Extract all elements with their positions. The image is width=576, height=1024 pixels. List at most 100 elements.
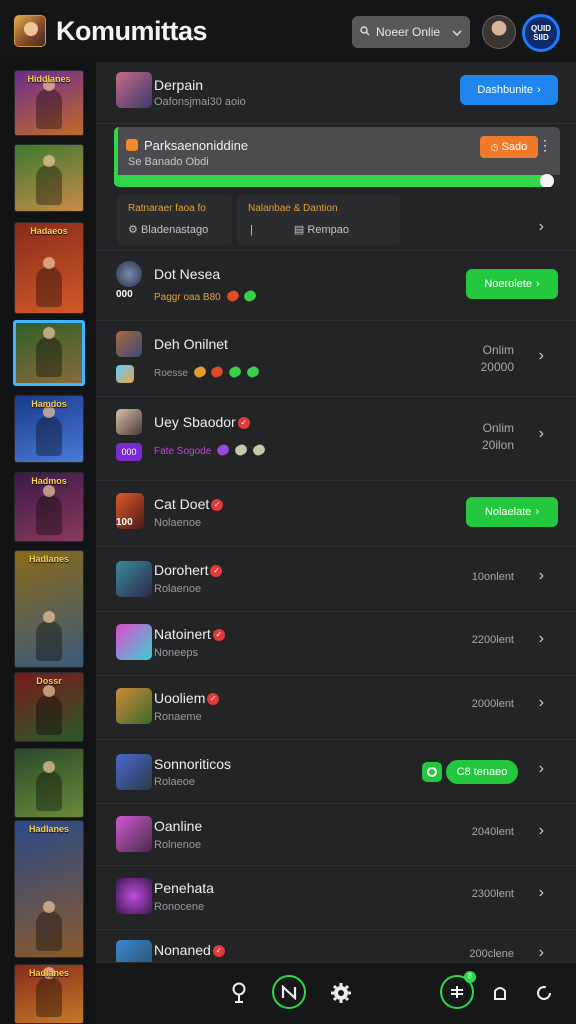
- list-item[interactable]: Uooliem ✓ Ronaeme 2000lent ›: [96, 676, 576, 740]
- settings-gear-icon[interactable]: [325, 977, 357, 1009]
- gem-icon: [192, 364, 208, 380]
- list-item[interactable]: 000 Dot Nesea Paggr oaa B80 Noerolete ›: [96, 251, 576, 321]
- avatar: [116, 409, 142, 435]
- verified-icon: ✓: [237, 417, 250, 429]
- join-button[interactable]: C8 tenaeo: [446, 760, 518, 784]
- game-thumbnail[interactable]: Hadlanes: [14, 820, 84, 958]
- list-item[interactable]: 000 Uey Sbaodor ✓ Fate Sogode Onlim 20ilo…: [96, 397, 576, 481]
- invite-button[interactable]: Nolaelate ›: [466, 497, 558, 527]
- game-thumbnail[interactable]: Hiddlanes: [14, 70, 84, 136]
- join-button-label: C8 tenaeo: [456, 766, 508, 778]
- avatar: [116, 754, 152, 790]
- list-item[interactable]: 100 Cat Doet ✓ Nolaenoe Nolaelate ›: [96, 481, 576, 547]
- chevron-right-icon[interactable]: ›: [539, 567, 544, 585]
- game-thumbnail[interactable]: [13, 320, 85, 386]
- progress-card[interactable]: Parksaenoniddine Se Banado Obdi ◷ Sado ⋮: [114, 127, 560, 187]
- row-name: Oanline: [154, 818, 203, 834]
- dashboard-button-label: Dashbunite: [477, 84, 533, 96]
- online-status: 2200lent: [471, 634, 514, 646]
- game-thumbnail[interactable]: Dossr: [14, 672, 84, 742]
- dashboard-button[interactable]: Dashbunite ›: [460, 75, 558, 105]
- chevron-right-icon[interactable]: ›: [539, 944, 544, 962]
- online-status: 200clene: [469, 948, 514, 960]
- refresh-icon[interactable]: [528, 977, 560, 1009]
- progress-subtitle: Se Banado Obdi: [128, 156, 209, 168]
- add-friend-icon[interactable]: 8: [440, 971, 476, 1009]
- game-thumbnail[interactable]: Hamdos: [14, 395, 84, 463]
- status-badge-label: Sado: [501, 141, 528, 153]
- row-name: Deh Onilnet: [154, 336, 228, 352]
- chevron-right-icon[interactable]: ›: [539, 347, 544, 365]
- gem-icon: [209, 364, 226, 380]
- game-thumbnail[interactable]: Hadlanes: [14, 550, 84, 668]
- avatar: [116, 688, 152, 724]
- timer-icon: ◷: [490, 141, 499, 152]
- game-thumbnail[interactable]: Hadlanes: [14, 964, 84, 1024]
- game-thumbnail[interactable]: Hadaeos: [14, 222, 84, 314]
- chevron-right-icon[interactable]: ›: [539, 630, 544, 648]
- character-art: [36, 485, 62, 535]
- more-options-icon[interactable]: ⋮: [538, 137, 552, 154]
- gem-icon: [215, 442, 231, 458]
- list-item[interactable]: Derpain Oafonsjmai30 aoio Dashbunite ›: [96, 62, 576, 124]
- qr-button[interactable]: QUID SIID: [522, 14, 560, 52]
- chevron-down-icon: [452, 25, 462, 39]
- avatar: [116, 816, 152, 852]
- list-item[interactable]: Nonaned ✓ 200clene ›: [96, 930, 576, 962]
- game-thumbnail[interactable]: [14, 144, 84, 212]
- row-subtitle: Oafonsjmai30 aoio: [154, 96, 246, 108]
- gem-icon: [233, 442, 249, 458]
- chevron-right-icon[interactable]: ›: [539, 884, 544, 902]
- list-item[interactable]: Deh Onilnet Roesse Onlim 20000 ›: [96, 321, 576, 397]
- status-badge[interactable]: ◷ Sado: [480, 136, 538, 158]
- info-card-value: | ▤ Rempao: [250, 224, 349, 236]
- row-subtitle: Fate Sogode: [154, 442, 267, 458]
- game-title: Hamdos: [31, 399, 67, 409]
- list-item[interactable]: Sonnoriticos Rolaeoe C8 tenaeo ›: [96, 740, 576, 804]
- location-pin-icon[interactable]: [223, 977, 255, 1009]
- info-card-value: ⚙ Bladenastago: [128, 224, 209, 236]
- invite-button-label: Noerolete: [484, 278, 533, 290]
- chevron-right-icon[interactable]: ›: [539, 425, 544, 443]
- home-icon[interactable]: [272, 975, 306, 1009]
- list-item[interactable]: Natoinert ✓ Noneeps 2200lent ›: [96, 612, 576, 676]
- game-thumbnail[interactable]: Hadmos: [14, 472, 84, 542]
- chevron-right-icon[interactable]: ›: [539, 822, 544, 840]
- gem-icon: [224, 288, 241, 304]
- info-card[interactable]: Ratnaraer faoa fo ⚙ Bladenastago: [118, 195, 232, 245]
- row-name: Natoinert ✓: [154, 626, 225, 642]
- game-title: Hadmos: [31, 476, 67, 486]
- chevron-right-icon[interactable]: ›: [539, 694, 544, 712]
- row-name: Derpain: [154, 77, 204, 93]
- verified-icon: ✓: [212, 945, 225, 957]
- list-item[interactable]: Dorohert ✓ Rolaenoe 10onlent ›: [96, 547, 576, 612]
- chevron-right-icon[interactable]: ›: [539, 218, 544, 236]
- progress-knob[interactable]: [539, 174, 554, 187]
- character-art: [36, 79, 62, 129]
- online-status: Onlim 20000: [480, 343, 514, 374]
- row-subtitle: Noneeps: [154, 647, 199, 659]
- list-item[interactable]: Penehata Ronocene 2300lent ›: [96, 866, 576, 930]
- gem-icon: [227, 364, 243, 380]
- avatar: [116, 331, 142, 357]
- count-badge: 000: [116, 289, 133, 300]
- chevron-right-icon[interactable]: ›: [539, 760, 544, 778]
- info-card[interactable]: Nalanbae & Dantion | ▤ Rempao: [238, 195, 400, 245]
- avatar: [116, 940, 152, 962]
- chevron-right-icon: ›: [535, 506, 540, 518]
- user-avatar[interactable]: [482, 15, 516, 49]
- avatar: [116, 878, 152, 914]
- row-name: Dorohert ✓: [154, 562, 223, 578]
- app-logo: [14, 15, 46, 47]
- chat-icon[interactable]: [484, 977, 516, 1009]
- character-art: [36, 611, 62, 661]
- avatar: [116, 261, 142, 287]
- game-thumbnail[interactable]: [14, 748, 84, 818]
- list-item[interactable]: Oanline Rolnenoe 2040lent ›: [96, 804, 576, 866]
- gem-icon: [242, 288, 258, 304]
- online-status: 2300lent: [471, 888, 514, 900]
- status-select[interactable]: Noeer Onlie: [352, 16, 470, 48]
- notification-badge: 8: [464, 971, 476, 983]
- invite-button[interactable]: Noerolete ›: [466, 269, 558, 299]
- character-art: [36, 327, 62, 377]
